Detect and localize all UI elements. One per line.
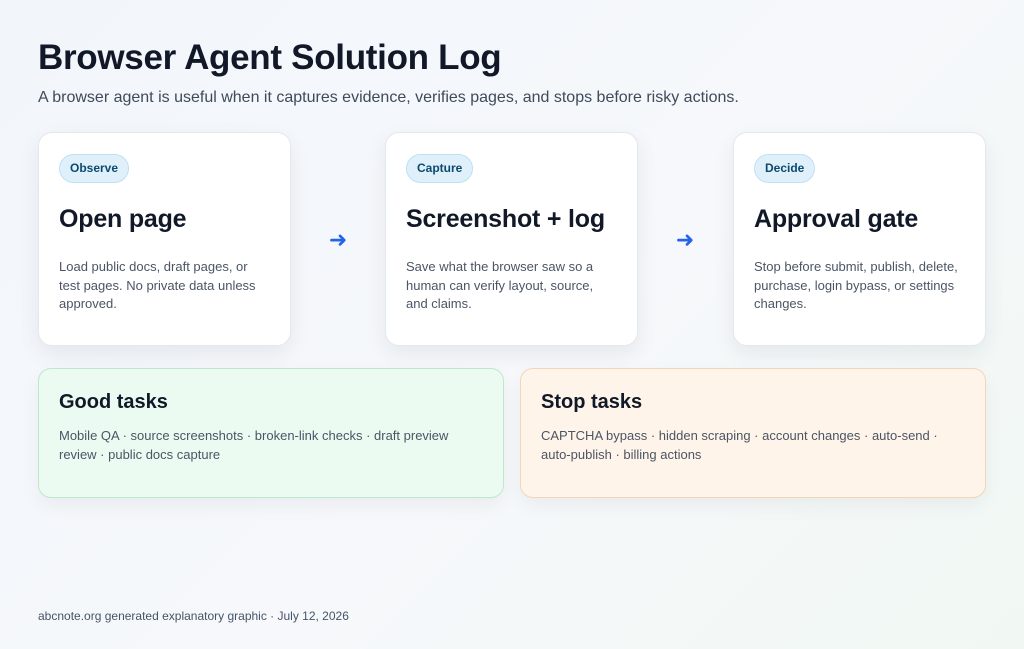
good-tasks-panel: Good tasks Mobile QA · source screenshot… [38,368,504,498]
step-title-open-page: Open page [59,205,187,233]
footer-credit: abcnote.org generated explanatory graphi… [38,609,349,623]
stop-tasks-title: Stop tasks [541,391,643,413]
step-title-screenshot-log: Screenshot + log [406,205,605,233]
step-badge-capture: Capture [406,154,474,183]
stop-tasks-panel: Stop tasks CAPTCHA bypass · hidden scrap… [520,368,986,498]
arrow-right-icon: ➜ [675,227,695,252]
step-description-capture: Save what the browser saw so a human can… [406,259,594,311]
step-title-approval-gate: Approval gate [754,205,919,233]
step-badge-decide: Decide [754,154,816,183]
good-tasks-title: Good tasks [59,391,168,413]
step-card-observe: Observe Open page Load public docs, draf… [38,132,291,346]
step-card-capture: Capture Screenshot + log Save what the b… [385,132,638,346]
good-tasks-text: Mobile QA · source screenshots · broken-… [59,428,449,462]
stop-tasks-text: CAPTCHA bypass · hidden scraping · accou… [541,428,938,462]
page-subtitle: A browser agent is useful when it captur… [38,89,739,106]
page-title: Browser Agent Solution Log [38,38,502,77]
arrow-right-icon: ➜ [328,227,348,252]
step-description-decide: Stop before submit, publish, delete, pur… [754,259,958,311]
step-description-observe: Load public docs, draft pages, or test p… [59,259,256,311]
step-card-decide: Decide Approval gate Stop before submit,… [733,132,986,346]
step-badge-observe: Observe [59,154,130,183]
